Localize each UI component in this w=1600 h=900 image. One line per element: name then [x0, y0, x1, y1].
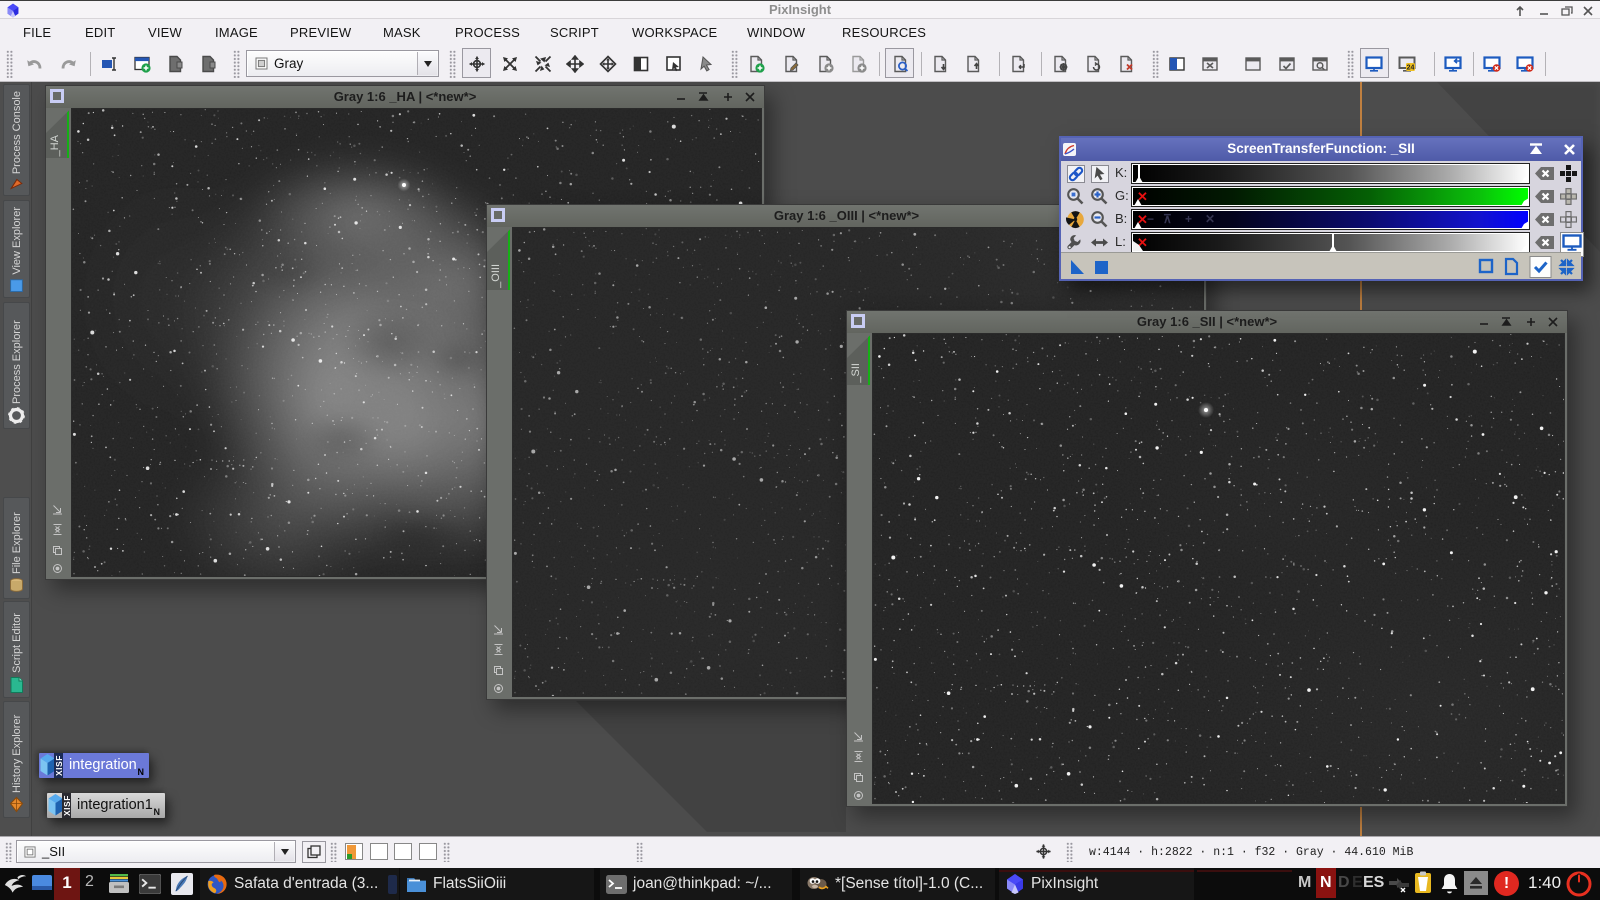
svg-text:24: 24 [1407, 65, 1415, 72]
